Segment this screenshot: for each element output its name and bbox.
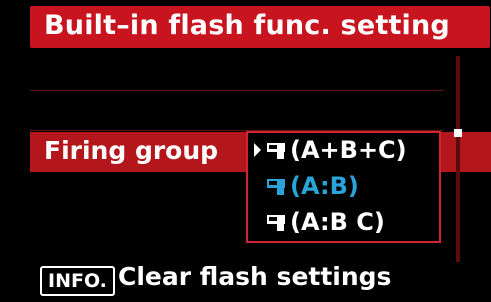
current-selection-marker-icon	[254, 143, 261, 157]
scrollbar-track[interactable]	[456, 56, 460, 262]
row-divider	[30, 90, 444, 91]
option-a-b-c[interactable]: (A+B+C)	[248, 133, 439, 169]
flash-unit-icon	[267, 179, 285, 195]
page-title: Built–in flash func. setting	[44, 10, 450, 41]
info-button[interactable]: INFO.	[40, 266, 115, 296]
clear-flash-settings-label: Clear flash settings	[118, 262, 392, 291]
option-a-b[interactable]: (A:B)	[248, 169, 439, 205]
option-label: (A:B C)	[290, 208, 385, 236]
firing-group-label: Firing group	[44, 136, 219, 165]
flash-unit-icon	[267, 143, 285, 159]
option-label: (A+B+C)	[290, 136, 407, 164]
option-a-b-c-ratio[interactable]: (A:B C)	[248, 205, 439, 241]
scrollbar-thumb[interactable]	[454, 129, 462, 137]
option-label: (A:B)	[290, 172, 359, 200]
firing-group-dropdown[interactable]: (A+B+C) (A:B) (A:B C)	[246, 131, 441, 243]
flash-unit-icon	[267, 215, 285, 231]
